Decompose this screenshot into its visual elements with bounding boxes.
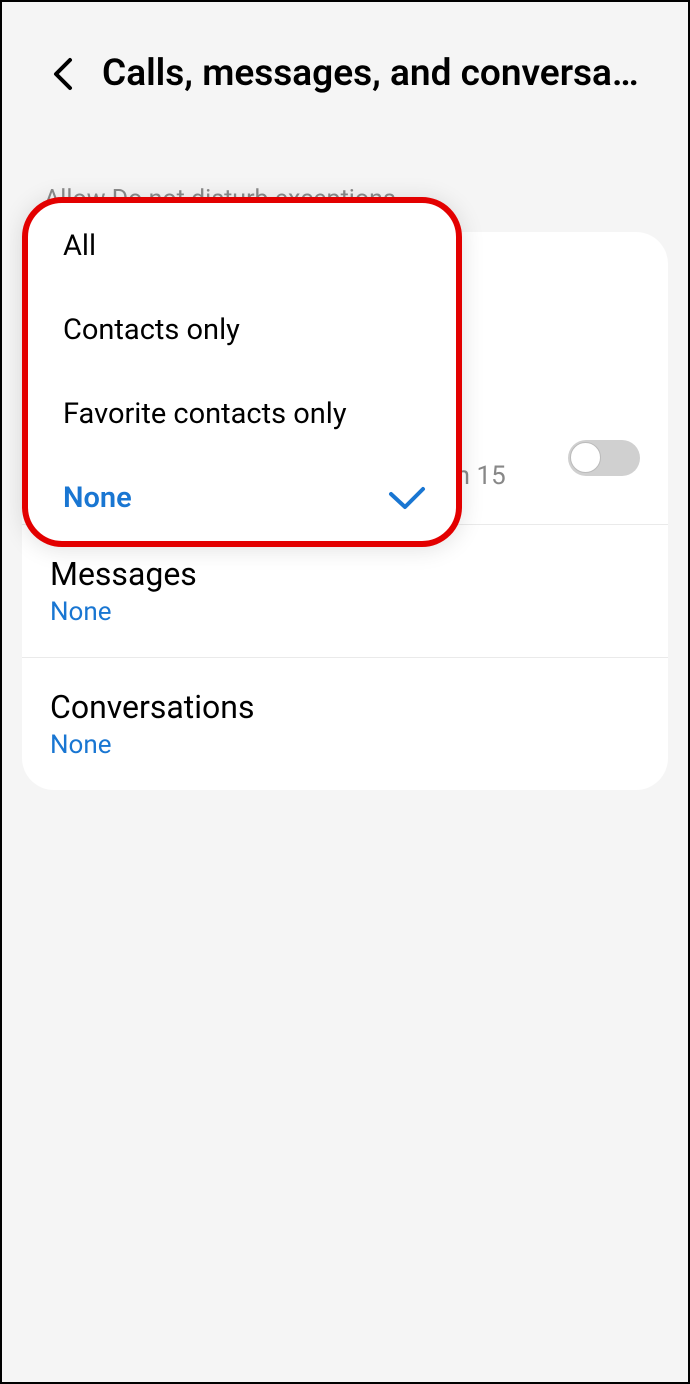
repeat-callers-toggle[interactable] (568, 440, 640, 476)
conversations-value: None (50, 730, 640, 760)
check-icon (388, 486, 426, 510)
dropdown-label: All (63, 229, 96, 263)
dropdown-item-contacts-only[interactable]: Contacts only (28, 288, 456, 372)
conversations-row[interactable]: Conversations None (22, 658, 668, 790)
messages-title: Messages (50, 555, 640, 593)
dropdown-label: Contacts only (63, 313, 240, 347)
page-title: Calls, messages, and conversa… (102, 52, 658, 95)
messages-value: None (50, 597, 640, 627)
calls-dropdown: All Contacts only Favorite contacts only… (22, 197, 462, 547)
conversations-title: Conversations (50, 688, 640, 726)
back-icon (51, 56, 73, 92)
dropdown-item-all[interactable]: All (28, 203, 456, 288)
dropdown-item-none[interactable]: None (28, 456, 456, 541)
dropdown-item-favorite-contacts-only[interactable]: Favorite contacts only (28, 372, 456, 456)
dropdown-label: None (63, 481, 132, 515)
back-button[interactable] (42, 54, 82, 94)
toggle-knob (570, 442, 601, 473)
header: Calls, messages, and conversa… (2, 2, 688, 125)
dropdown-label: Favorite contacts only (63, 397, 347, 431)
